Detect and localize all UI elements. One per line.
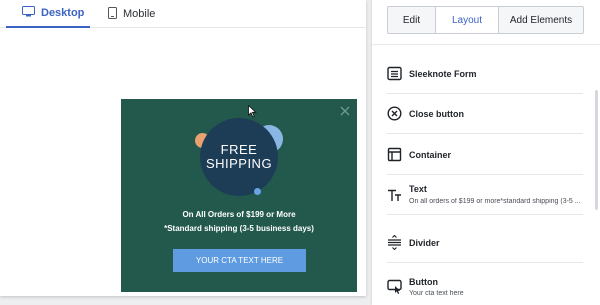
desktop-icon	[22, 6, 35, 20]
element-name: Close button	[409, 109, 464, 119]
popup-headline: On All Orders of $199 or More	[182, 210, 296, 219]
container-icon	[387, 147, 402, 162]
device-tabs: Desktop Mobile	[0, 0, 366, 28]
tab-add-elements[interactable]: Add Elements	[499, 7, 583, 33]
element-name: Sleeknote Form	[409, 69, 477, 79]
element-button[interactable]: Button Your cta text here	[387, 266, 583, 305]
element-name: Text	[409, 184, 427, 194]
tab-desktop[interactable]: Desktop	[6, 0, 90, 28]
panel-scrollbar[interactable]	[595, 90, 598, 210]
free-shipping-badge: FREE SHIPPING	[200, 118, 278, 196]
button-icon	[387, 279, 402, 294]
tab-layout[interactable]: Layout	[436, 7, 499, 33]
mouse-cursor-icon	[248, 104, 257, 118]
badge-line2: SHIPPING	[205, 156, 273, 171]
element-preview-text: On all orders of $199 or more*standard s…	[409, 198, 581, 205]
panel-tabs: Edit Layout Add Elements	[387, 6, 584, 34]
close-icon[interactable]	[338, 104, 352, 118]
popup-preview[interactable]: FREE SHIPPING On All Orders of $199 or M…	[121, 99, 357, 292]
form-icon	[387, 66, 402, 81]
popup-subline: *Standard shipping (3-5 business days)	[164, 224, 314, 233]
tab-mobile[interactable]: Mobile	[108, 0, 168, 28]
element-preview-text: Your cta text here	[409, 290, 464, 297]
element-text[interactable]: Text On all orders of $199 or more*stand…	[387, 175, 583, 215]
divider-icon	[387, 234, 402, 251]
close-circle-icon	[387, 106, 402, 121]
mobile-icon	[108, 6, 117, 22]
tab-desktop-label: Desktop	[41, 7, 85, 19]
cta-button[interactable]: YOUR CTA TEXT HERE	[173, 249, 306, 272]
element-name: Button	[409, 277, 438, 287]
element-sleeknote-form[interactable]: Sleeknote Form	[387, 54, 583, 94]
text-icon	[387, 188, 402, 203]
badge-line1: FREE	[220, 142, 258, 157]
element-name: Container	[409, 150, 452, 160]
element-name: Divider	[409, 238, 440, 248]
element-close-button[interactable]: Close button	[387, 94, 583, 134]
tab-mobile-label: Mobile	[123, 8, 156, 20]
elements-panel: Edit Layout Add Elements Sleeknote Form …	[372, 0, 600, 305]
panel-divider	[372, 44, 600, 45]
element-divider[interactable]: Divider	[387, 223, 583, 263]
element-container[interactable]: Container	[387, 135, 583, 175]
decor-dot	[254, 188, 261, 195]
tab-edit[interactable]: Edit	[388, 7, 436, 33]
preview-canvas: Desktop Mobile FREE SHIPPING On All Orde…	[0, 0, 366, 296]
